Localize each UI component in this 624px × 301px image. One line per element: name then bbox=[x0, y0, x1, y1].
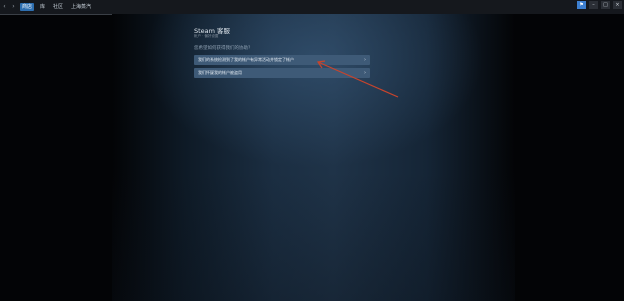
tab-profile[interactable]: 上海蒸汽 bbox=[69, 3, 93, 11]
help-option-account-locked[interactable]: 我们的系统检测到了我的帐户有异常活动并锁定了帐户 › bbox=[194, 55, 370, 65]
tab-library[interactable]: 库 bbox=[38, 3, 47, 11]
minimize-icon[interactable]: – bbox=[589, 1, 598, 9]
arrow-left-icon[interactable]: ‹ bbox=[2, 2, 7, 12]
top-navigation-bar: ‹ › 商店 库 社区 上海蒸汽 ⚑ – □ × bbox=[0, 0, 624, 14]
tab-store[interactable]: 商店 bbox=[20, 3, 35, 11]
help-question: 您希望如何获得我们的协助？ bbox=[194, 46, 253, 51]
breadcrumb[interactable]: 帐户 · 偏好设置 bbox=[194, 34, 218, 39]
close-icon[interactable]: × bbox=[613, 1, 622, 9]
arrow-right-icon[interactable]: › bbox=[11, 2, 16, 12]
chevron-right-icon: › bbox=[364, 57, 366, 63]
main-nav: ‹ › 商店 库 社区 上海蒸汽 bbox=[2, 2, 93, 12]
window-controls: ⚑ – □ × bbox=[577, 1, 622, 9]
maximize-icon[interactable]: □ bbox=[601, 1, 610, 9]
chevron-right-icon: › bbox=[364, 70, 366, 76]
help-option-label: 我们怀疑我的帐户被盗用 bbox=[198, 70, 242, 75]
steam-client-window: ‹ › 商店 库 社区 上海蒸汽 ⚑ – □ × Steam 客服 帐户 · 偏… bbox=[0, 0, 624, 301]
tab-community[interactable]: 社区 bbox=[51, 3, 65, 11]
help-option-account-stolen[interactable]: 我们怀疑我的帐户被盗用 › bbox=[194, 68, 370, 78]
bell-icon[interactable]: ⚑ bbox=[577, 1, 586, 9]
help-option-label: 我们的系统检测到了我的帐户有异常活动并锁定了帐户 bbox=[198, 57, 294, 62]
